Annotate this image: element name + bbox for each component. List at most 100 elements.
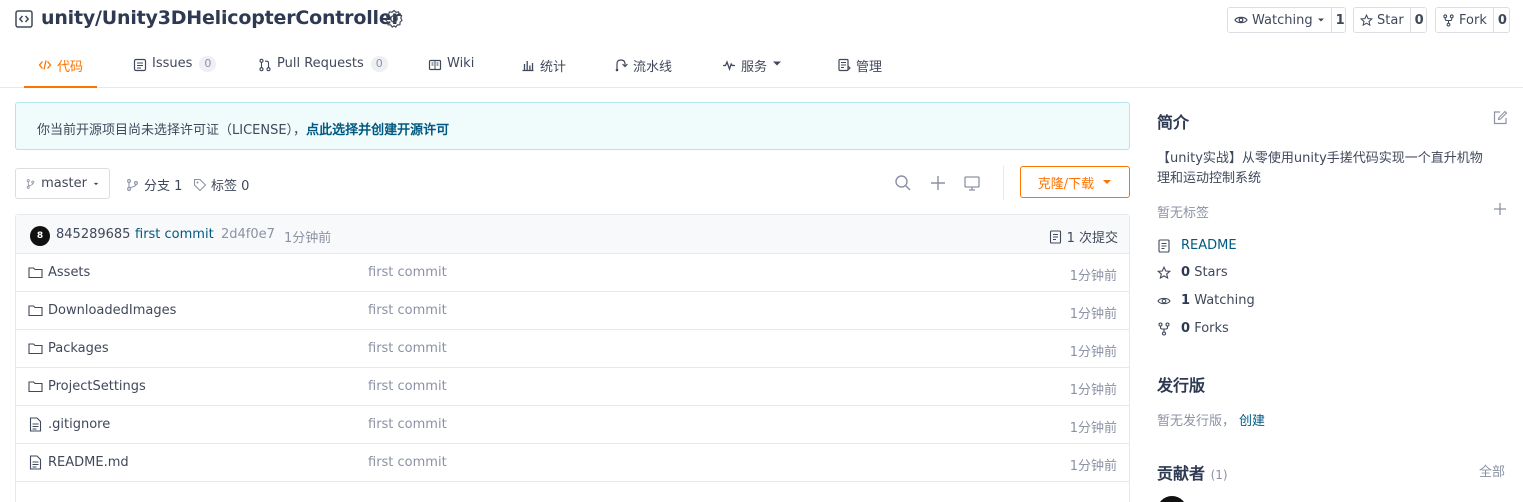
file-tree: 8 845289685 first commit 2d4f0e7 1分钟前 1 … — [15, 214, 1130, 502]
branch-name: master — [41, 176, 87, 191]
tab-label: 服务 — [741, 60, 768, 75]
toolbar-divider — [1003, 166, 1004, 200]
issues-count-badge: 0 — [199, 56, 217, 72]
file-row[interactable]: Packages first commit 1分钟前 — [16, 330, 1129, 368]
branch-selector[interactable]: master — [15, 168, 110, 199]
watching-count: 1 — [1181, 293, 1191, 308]
tags-link[interactable]: 标签 0 — [193, 175, 249, 194]
tab-label: Wiki — [447, 56, 475, 71]
eye-icon — [1157, 297, 1171, 304]
contributors-count: (1) — [1210, 468, 1228, 482]
forks-label: Forks — [1194, 321, 1229, 336]
stats-icon — [522, 61, 534, 72]
tab-code[interactable]: 代码 — [23, 56, 98, 88]
tag-icon — [193, 178, 207, 191]
star-icon — [1157, 265, 1171, 279]
file-row[interactable]: ProjectSettings first commit 1分钟前 — [16, 368, 1129, 406]
watch-label: Watching — [1252, 12, 1313, 28]
web-ide-icon[interactable] — [963, 174, 981, 192]
fork-label: Fork — [1459, 12, 1487, 28]
file-commit-message[interactable]: first commit — [368, 341, 447, 356]
contributors-heading-label: 贡献者 — [1157, 464, 1206, 483]
no-releases-text: 暂无发行版， 创建 — [1157, 410, 1265, 429]
file-commit-message[interactable]: first commit — [368, 379, 447, 394]
commit-hash[interactable]: 2d4f0e7 — [221, 227, 275, 242]
tab-services[interactable]: 服务 — [722, 56, 782, 88]
file-commit-message[interactable]: first commit — [368, 303, 447, 318]
readme-link[interactable]: README — [1157, 238, 1237, 253]
wiki-icon — [428, 59, 442, 71]
caret-down-icon — [1317, 18, 1324, 22]
tab-label: 管理 — [856, 60, 883, 75]
watching-stat[interactable]: 1 Watching — [1157, 293, 1255, 308]
file-name[interactable]: ProjectSettings — [48, 379, 146, 394]
tab-pipeline[interactable]: 流水线 — [614, 56, 672, 88]
file-row[interactable]: Assets first commit 1分钟前 — [16, 254, 1129, 292]
star-count[interactable]: 0 — [1409, 8, 1428, 32]
create-license-link[interactable]: 点此选择并创建开源许可 — [306, 123, 449, 138]
intro-heading: 简介 — [1157, 113, 1190, 132]
create-release-link[interactable]: 创建 — [1239, 414, 1265, 429]
branch-icon — [127, 178, 138, 191]
fork-button-group[interactable]: Fork 0 — [1435, 7, 1510, 33]
watch-button-group[interactable]: Watching 1 — [1227, 7, 1346, 33]
all-contributors-link[interactable]: 全部 — [1479, 461, 1505, 480]
branches-count-label: 分支 1 — [144, 179, 183, 194]
tab-wiki[interactable]: Wiki — [428, 56, 474, 88]
tab-issues[interactable]: Issues 0 — [133, 56, 217, 88]
file-name[interactable]: Packages — [48, 341, 109, 356]
folder-icon — [28, 305, 43, 317]
file-commit-message[interactable]: first commit — [368, 417, 447, 432]
watch-count[interactable]: 1 — [1330, 8, 1349, 32]
clone-label: 克隆/下载 — [1037, 176, 1095, 192]
branches-link[interactable]: 分支 1 — [126, 175, 182, 194]
commit-author[interactable]: 845289685 — [56, 227, 130, 242]
add-file-icon[interactable] — [929, 174, 947, 192]
tab-manage[interactable]: 管理 — [837, 56, 882, 88]
folder-icon — [28, 381, 43, 393]
file-name[interactable]: DownloadedImages — [48, 303, 176, 318]
clone-download-button[interactable]: 克隆/下载 — [1020, 166, 1130, 198]
file-icon — [29, 417, 42, 432]
file-icon — [29, 455, 42, 470]
stars-label: Stars — [1194, 265, 1228, 280]
repo-description-line2: 理和运动控制系统 — [1157, 171, 1262, 186]
avatar[interactable]: 8 — [30, 226, 50, 246]
star-button[interactable]: Star — [1354, 8, 1410, 32]
pulse-icon — [723, 60, 735, 71]
edit-icon[interactable] — [1492, 110, 1508, 126]
branch-icon — [26, 178, 35, 189]
readme-label: README — [1181, 238, 1237, 253]
fork-count[interactable]: 0 — [1492, 8, 1511, 32]
star-button-group[interactable]: Star 0 — [1353, 7, 1427, 33]
file-name[interactable]: README.md — [48, 455, 129, 470]
file-row[interactable]: .gitignore first commit 1分钟前 — [16, 406, 1129, 444]
watching-label: Watching — [1194, 293, 1255, 308]
commit-count-link[interactable]: 1 次提交 — [1049, 227, 1118, 246]
stars-stat[interactable]: 0 Stars — [1157, 265, 1228, 280]
contributor-avatar[interactable] — [1157, 496, 1187, 502]
tab-pull-requests[interactable]: Pull Requests 0 — [258, 56, 388, 88]
fork-button[interactable]: Fork — [1436, 8, 1493, 32]
forks-stat[interactable]: 0 Forks — [1157, 321, 1229, 336]
pipeline-icon — [615, 59, 628, 72]
file-name[interactable]: .gitignore — [48, 417, 110, 432]
eye-icon — [1234, 16, 1248, 24]
license-notice: 你当前开源项目尚未选择许可证（LICENSE），点此选择并创建开源许可 — [15, 102, 1130, 150]
pull-request-icon — [259, 58, 271, 72]
badge-icon[interactable] — [384, 9, 404, 29]
folder-icon — [28, 343, 43, 355]
file-commit-message[interactable]: first commit — [368, 265, 447, 280]
add-tag-icon[interactable] — [1493, 202, 1507, 216]
file-commit-message[interactable]: first commit — [368, 455, 447, 470]
search-icon[interactable] — [894, 174, 912, 192]
repo-description-line1: 【unity实战】从零使用unity手搓代码实现一个直升机物 — [1157, 151, 1483, 166]
file-row[interactable]: DownloadedImages first commit 1分钟前 — [16, 292, 1129, 330]
file-name[interactable]: Assets — [48, 265, 90, 280]
watch-button[interactable]: Watching — [1228, 8, 1331, 32]
commit-message[interactable]: first commit — [135, 227, 214, 242]
issues-icon — [133, 58, 147, 72]
tab-stats[interactable]: 统计 — [521, 56, 566, 88]
file-row[interactable]: README.md first commit 1分钟前 — [16, 444, 1129, 482]
repo-title[interactable]: unity/Unity3DHelicopterController — [41, 7, 401, 29]
